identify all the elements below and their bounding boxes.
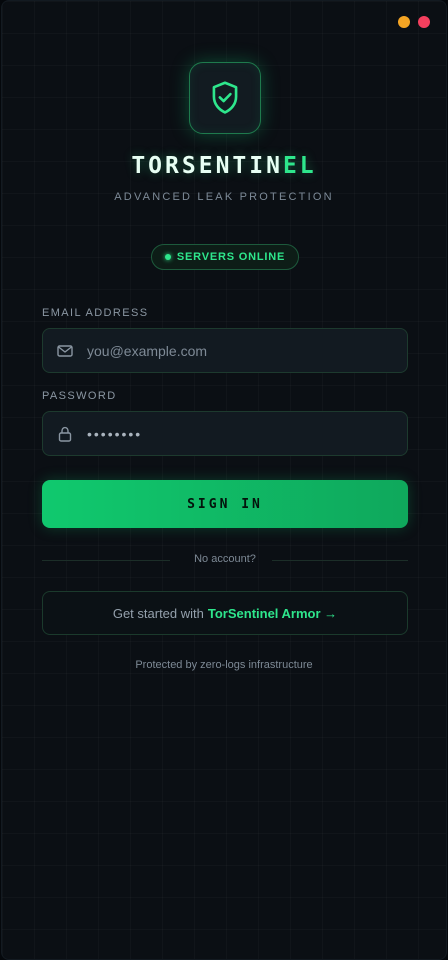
lock-icon	[43, 426, 87, 442]
divider-text: No account?	[194, 553, 256, 565]
close-button[interactable]	[418, 16, 430, 28]
password-field[interactable]	[42, 411, 408, 456]
app-logo	[189, 62, 261, 134]
cta-prefix: Get started with	[112, 605, 204, 621]
window-controls	[398, 16, 430, 28]
divider-line-right	[272, 560, 408, 561]
app-title-accent: EL	[282, 153, 317, 179]
server-status-text: SERVERS ONLINE	[176, 251, 286, 263]
mail-icon	[43, 344, 87, 358]
app-subtitle: ADVANCED LEAK PROTECTION	[114, 191, 334, 203]
no-account-divider: No account?	[42, 553, 408, 567]
get-started-button[interactable]: Get started with TorSentinel Armor →	[42, 591, 408, 635]
password-input[interactable]	[87, 425, 407, 442]
app-window: TORSENTINEL ADVANCED LEAK PROTECTION SER…	[1, 0, 447, 960]
app-title: TORSENTINEL	[2, 153, 446, 179]
email-input[interactable]	[87, 342, 407, 359]
sign-in-button[interactable]: SIGN IN	[42, 480, 408, 528]
footer-note: Protected by zero-logs infrastructure	[135, 659, 313, 671]
minimize-button[interactable]	[398, 16, 410, 28]
server-status-badge: SERVERS ONLINE	[151, 244, 299, 270]
email-label: EMAIL ADDRESS	[42, 307, 149, 319]
shield-check-icon	[212, 81, 238, 114]
email-field[interactable]	[42, 328, 408, 373]
app-title-main: TORSENTIN	[131, 153, 283, 179]
password-label: PASSWORD	[42, 390, 117, 402]
cta-brand-link[interactable]: TorSentinel Armor →	[208, 606, 337, 621]
status-dot-icon	[164, 254, 171, 260]
